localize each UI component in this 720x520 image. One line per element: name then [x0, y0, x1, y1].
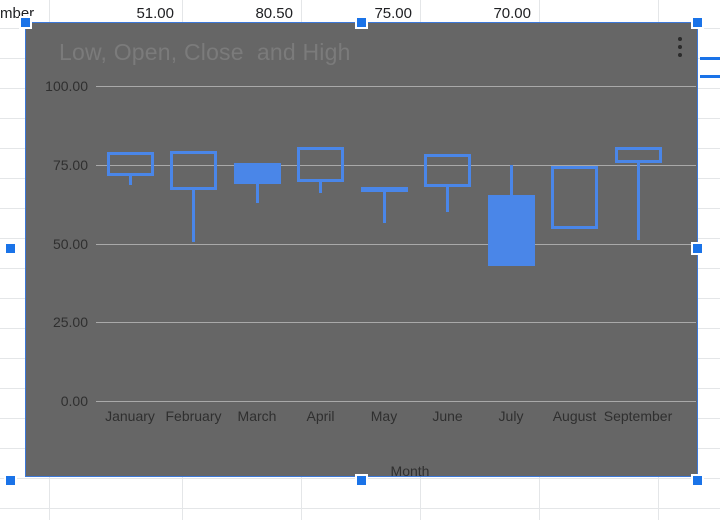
x-axis-tick-label: May [370, 408, 398, 424]
candlestick-body[interactable] [106, 152, 154, 176]
chart-plot-area: 0.00 25.00 50.00 75.00 100.00 January February… [26, 23, 697, 476]
candle-lower-wick [319, 182, 322, 194]
candlestick-body[interactable] [551, 166, 598, 230]
y-gridline [96, 86, 696, 87]
grid-row-line [0, 508, 720, 509]
handle-bottom-left[interactable] [4, 474, 17, 487]
y-gridline [96, 243, 696, 245]
candle-upper-wick [509, 164, 513, 195]
chart-object[interactable]: Low, Open, Close and High 0.00 25.00 50.00… [25, 22, 698, 479]
candle-lower-wick [446, 186, 449, 212]
handle-bottom-center[interactable] [355, 474, 368, 487]
candle-lower-wick [382, 191, 386, 224]
candle-lower-wick [255, 183, 259, 203]
candlestick-body[interactable] [360, 186, 408, 192]
handle-top-center[interactable] [355, 16, 368, 29]
y-axis-tick-label: 100.00 [45, 78, 88, 94]
handle-top-right[interactable] [691, 16, 704, 29]
x-axis-tick-label: June [432, 408, 463, 424]
candlestick-body[interactable] [614, 147, 662, 164]
candlestick-body[interactable] [297, 147, 344, 183]
handle-middle-right[interactable] [691, 242, 704, 255]
candle-lower-wick [192, 189, 195, 242]
cell-selection-marker [700, 57, 720, 60]
x-axis-title: Month [390, 463, 430, 479]
handle-top-left[interactable] [19, 16, 32, 29]
y-axis-tick-label: 75.00 [52, 156, 88, 173]
x-axis-tick-label: August [552, 408, 597, 424]
candlestick-body[interactable] [170, 150, 217, 190]
x-axis-tick-label: March [237, 408, 277, 424]
handle-middle-left[interactable] [4, 242, 17, 255]
x-axis-tick-label: April [306, 408, 335, 424]
candle-lower-wick [636, 163, 640, 241]
candle-lower-wick [128, 175, 132, 186]
y-gridline [96, 401, 696, 402]
handle-bottom-right[interactable] [691, 474, 704, 487]
x-axis-tick-label: July [498, 408, 524, 424]
y-axis-tick-label: 25.00 [52, 314, 88, 331]
candlestick-body[interactable] [233, 163, 281, 184]
y-axis-tick-label: 0.00 [60, 393, 88, 409]
x-axis-tick-label: January [105, 408, 155, 424]
x-axis-tick-label: September [603, 408, 673, 424]
cell-selection-marker [700, 75, 720, 78]
y-gridline [96, 322, 696, 324]
candlestick-body[interactable] [487, 194, 535, 266]
x-axis-tick-label: February [165, 408, 222, 424]
y-axis-tick-label: 50.00 [52, 235, 88, 252]
candlestick-body[interactable] [424, 153, 471, 187]
